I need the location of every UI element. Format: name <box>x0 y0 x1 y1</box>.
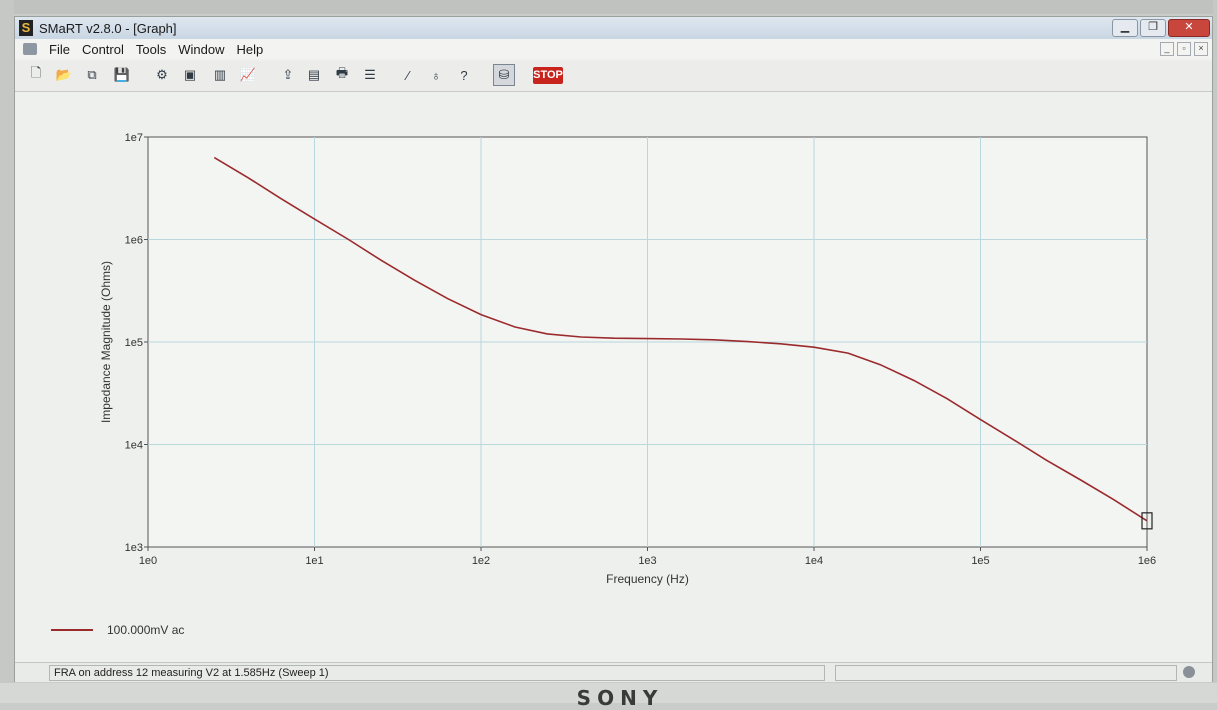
app-window: S SMaRT v2.8.0 - [Graph] ▁ ❐ ✕ File Cont… <box>14 16 1213 682</box>
new-button[interactable]: 🗋 <box>25 64 47 86</box>
graph-panel: 1e0 1e1 1e2 1e3 1e4 1e5 1e6 1e3 1e4 1e5 1e6 1e7 Freq… <box>15 93 1212 663</box>
monitor-bezel-right <box>1213 0 1217 703</box>
doc-minimize-button[interactable]: _ <box>1160 42 1174 56</box>
help-button[interactable]: ? <box>453 64 475 86</box>
x-tick-label: 1e3 <box>638 555 656 567</box>
doc-restore-button[interactable]: ▫ <box>1177 42 1191 56</box>
app-logo-icon: S <box>19 20 33 36</box>
menu-file[interactable]: File <box>43 42 76 57</box>
window-title: SMaRT v2.8.0 - [Graph] <box>39 20 177 36</box>
new-icon: 🗋 <box>30 65 42 80</box>
status-pane-secondary <box>835 665 1177 681</box>
run-icon: ⛁ <box>498 67 510 82</box>
impedance-chart[interactable]: 1e0 1e1 1e2 1e3 1e4 1e5 1e6 1e3 1e4 1e5 1e6 1e7 Freq… <box>15 93 1212 613</box>
y-tick-label: 1e7 <box>125 132 143 144</box>
run-button[interactable]: ⛁ <box>493 64 515 86</box>
save-icon: 💾 <box>113 67 131 82</box>
table-icon: ▤ <box>307 67 321 82</box>
menu-bar: File Control Tools Window Help _ ▫ × <box>15 39 1212 59</box>
legend-swatch <box>51 629 93 631</box>
print-icon: 🖶 <box>335 65 349 80</box>
menu-control[interactable]: Control <box>76 42 130 57</box>
x-axis-label: Frequency (Hz) <box>606 572 689 586</box>
instrument-icon: ⚙ <box>156 67 168 82</box>
y-axis-label: Impedance Magnitude (Ohms) <box>99 261 113 423</box>
open-icon: 📂 <box>55 67 73 82</box>
chart-bar-button[interactable]: ▥ <box>209 64 231 86</box>
window-controls: ▁ ❐ ✕ <box>1112 19 1210 37</box>
close-button[interactable]: ✕ <box>1168 19 1210 37</box>
legend-label: 100.000mV ac <box>107 623 185 637</box>
export-button[interactable]: ⇪ <box>277 64 299 86</box>
y-tick-label: 1e4 <box>125 440 143 452</box>
monitor-bezel-top <box>0 0 1217 14</box>
title-bar[interactable]: S SMaRT v2.8.0 - [Graph] ▁ ❐ ✕ <box>15 17 1212 39</box>
status-text: FRA on address 12 measuring V2 at 1.585H… <box>49 665 825 681</box>
graph-button[interactable]: 📈 <box>237 64 259 86</box>
display-button[interactable]: ▣ <box>179 64 201 86</box>
x-tick-label: 1e0 <box>139 555 157 567</box>
stop-button[interactable]: STOP <box>533 67 563 84</box>
menu-window[interactable]: Window <box>172 42 230 57</box>
status-bar: FRA on address 12 measuring V2 at 1.585H… <box>15 662 1212 682</box>
copy-button[interactable]: ⧉ <box>81 64 103 86</box>
print-button[interactable]: 🖶 <box>331 64 353 86</box>
save-button[interactable]: 💾 <box>111 64 133 86</box>
doc-close-button[interactable]: × <box>1194 42 1208 56</box>
settings-button[interactable]: ☰ <box>359 64 381 86</box>
chart-legend: 100.000mV ac <box>51 623 184 637</box>
wand-button[interactable]: ⁄ <box>397 64 419 86</box>
document-window-controls: _ ▫ × <box>1160 42 1208 56</box>
monitor-brand-logo: SONY <box>576 686 664 710</box>
resize-grip-icon[interactable] <box>1183 666 1195 678</box>
document-menu-icon[interactable] <box>23 43 37 55</box>
x-tick-label: 1e6 <box>1138 555 1156 567</box>
x-tick-label: 1e2 <box>472 555 490 567</box>
help-icon: ? <box>460 67 468 83</box>
restore-button[interactable]: ❐ <box>1140 19 1166 37</box>
chart-bar-icon: ▥ <box>213 67 227 82</box>
y-tick-label: 1e5 <box>125 337 143 349</box>
tip-icon: ♁ <box>431 67 441 83</box>
export-icon: ⇪ <box>282 67 294 82</box>
x-tick-label: 1e1 <box>305 555 323 567</box>
display-icon: ▣ <box>183 67 197 82</box>
tip-button[interactable]: ♁ <box>425 64 447 86</box>
menu-tools[interactable]: Tools <box>130 42 172 57</box>
open-button[interactable]: 📂 <box>53 64 75 86</box>
menu-help[interactable]: Help <box>230 42 269 57</box>
x-tick-label: 1e5 <box>971 555 989 567</box>
settings-icon: ☰ <box>364 67 376 82</box>
y-tick-label: 1e3 <box>125 542 143 554</box>
monitor-bezel-left <box>0 0 14 703</box>
minimize-button[interactable]: ▁ <box>1112 19 1138 37</box>
wand-icon: ⁄ <box>406 67 410 83</box>
table-button[interactable]: ▤ <box>303 64 325 86</box>
x-tick-label: 1e4 <box>805 555 823 567</box>
y-tick-label: 1e6 <box>125 235 143 247</box>
instrument-button[interactable]: ⚙ <box>151 64 173 86</box>
toolbar: 🗋 📂 ⧉ 💾 ⚙ ▣ ▥ 📈 ⇪ ▤ 🖶 ☰ ⁄ ♁ ? ⛁ STOP <box>15 61 1212 92</box>
copy-icon: ⧉ <box>87 67 97 82</box>
graph-icon: 📈 <box>239 67 257 82</box>
